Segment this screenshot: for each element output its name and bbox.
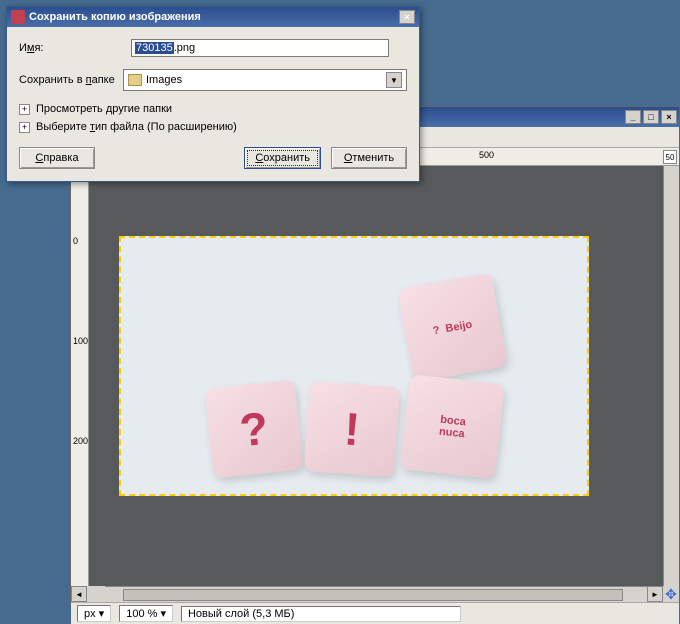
help-button[interactable]: Справка: [19, 147, 95, 169]
expand-filetype[interactable]: + Выберите тип файла (По расширению): [19, 121, 407, 133]
zoom-field[interactable]: 100 % ▾: [119, 605, 173, 622]
scroll-thumb[interactable]: [123, 589, 623, 601]
dice-2: !: [303, 381, 399, 477]
canvas-area[interactable]: ? ! ? Beijo bocanuca: [89, 166, 663, 586]
unit-selector[interactable]: px ▾: [77, 605, 111, 622]
scrollbar-horizontal[interactable]: [105, 586, 647, 602]
scroll-left-button[interactable]: ◄: [71, 586, 87, 602]
image-canvas[interactable]: ? ! ? Beijo bocanuca: [119, 236, 589, 496]
expand-browse-folders[interactable]: + Просмотреть другие папки: [19, 103, 407, 115]
folder-combo[interactable]: Images ▼: [123, 69, 407, 91]
filename-input[interactable]: 730135.png: [131, 39, 389, 57]
app-icon: [11, 10, 25, 24]
plus-icon: +: [19, 122, 30, 133]
plus-icon: +: [19, 104, 30, 115]
statusbar: px ▾ 100 % ▾ Новый слой (5,3 МБ): [71, 602, 679, 624]
dialog-title: Сохранить копию изображения: [29, 11, 201, 23]
minimize-button[interactable]: _: [625, 110, 641, 124]
chevron-down-icon[interactable]: ▼: [386, 72, 402, 88]
name-label: Имя:: [19, 42, 131, 54]
navigator-icon[interactable]: ✥: [663, 586, 679, 602]
folder-icon: [128, 74, 142, 86]
ruler-nav-button[interactable]: 50: [663, 150, 677, 164]
maximize-button[interactable]: □: [643, 110, 659, 124]
scrollbar-vertical[interactable]: [663, 166, 679, 586]
dice-image-content: ? ! ? Beijo bocanuca: [209, 280, 500, 494]
cancel-button[interactable]: Отменить: [331, 147, 407, 169]
dialog-close-button[interactable]: ×: [399, 10, 415, 24]
save-dialog: Сохранить копию изображения × Имя: 73013…: [6, 6, 420, 182]
folder-label: Сохранить в папке: [19, 74, 123, 86]
dice-3: ? Beijo: [397, 272, 507, 382]
save-button[interactable]: Сохранить: [244, 147, 321, 169]
dialog-titlebar: Сохранить копию изображения ×: [7, 7, 419, 27]
dice-4: bocanuca: [400, 374, 504, 478]
workspace: 0 100 200 ? ! ? Beijo bocanuca: [71, 166, 679, 586]
dice-1: ?: [204, 380, 303, 479]
close-button[interactable]: ×: [661, 110, 677, 124]
ruler-vertical: 0 100 200: [71, 166, 89, 586]
layer-status: Новый слой (5,3 МБ): [181, 606, 461, 622]
scroll-right-button[interactable]: ►: [647, 586, 663, 602]
